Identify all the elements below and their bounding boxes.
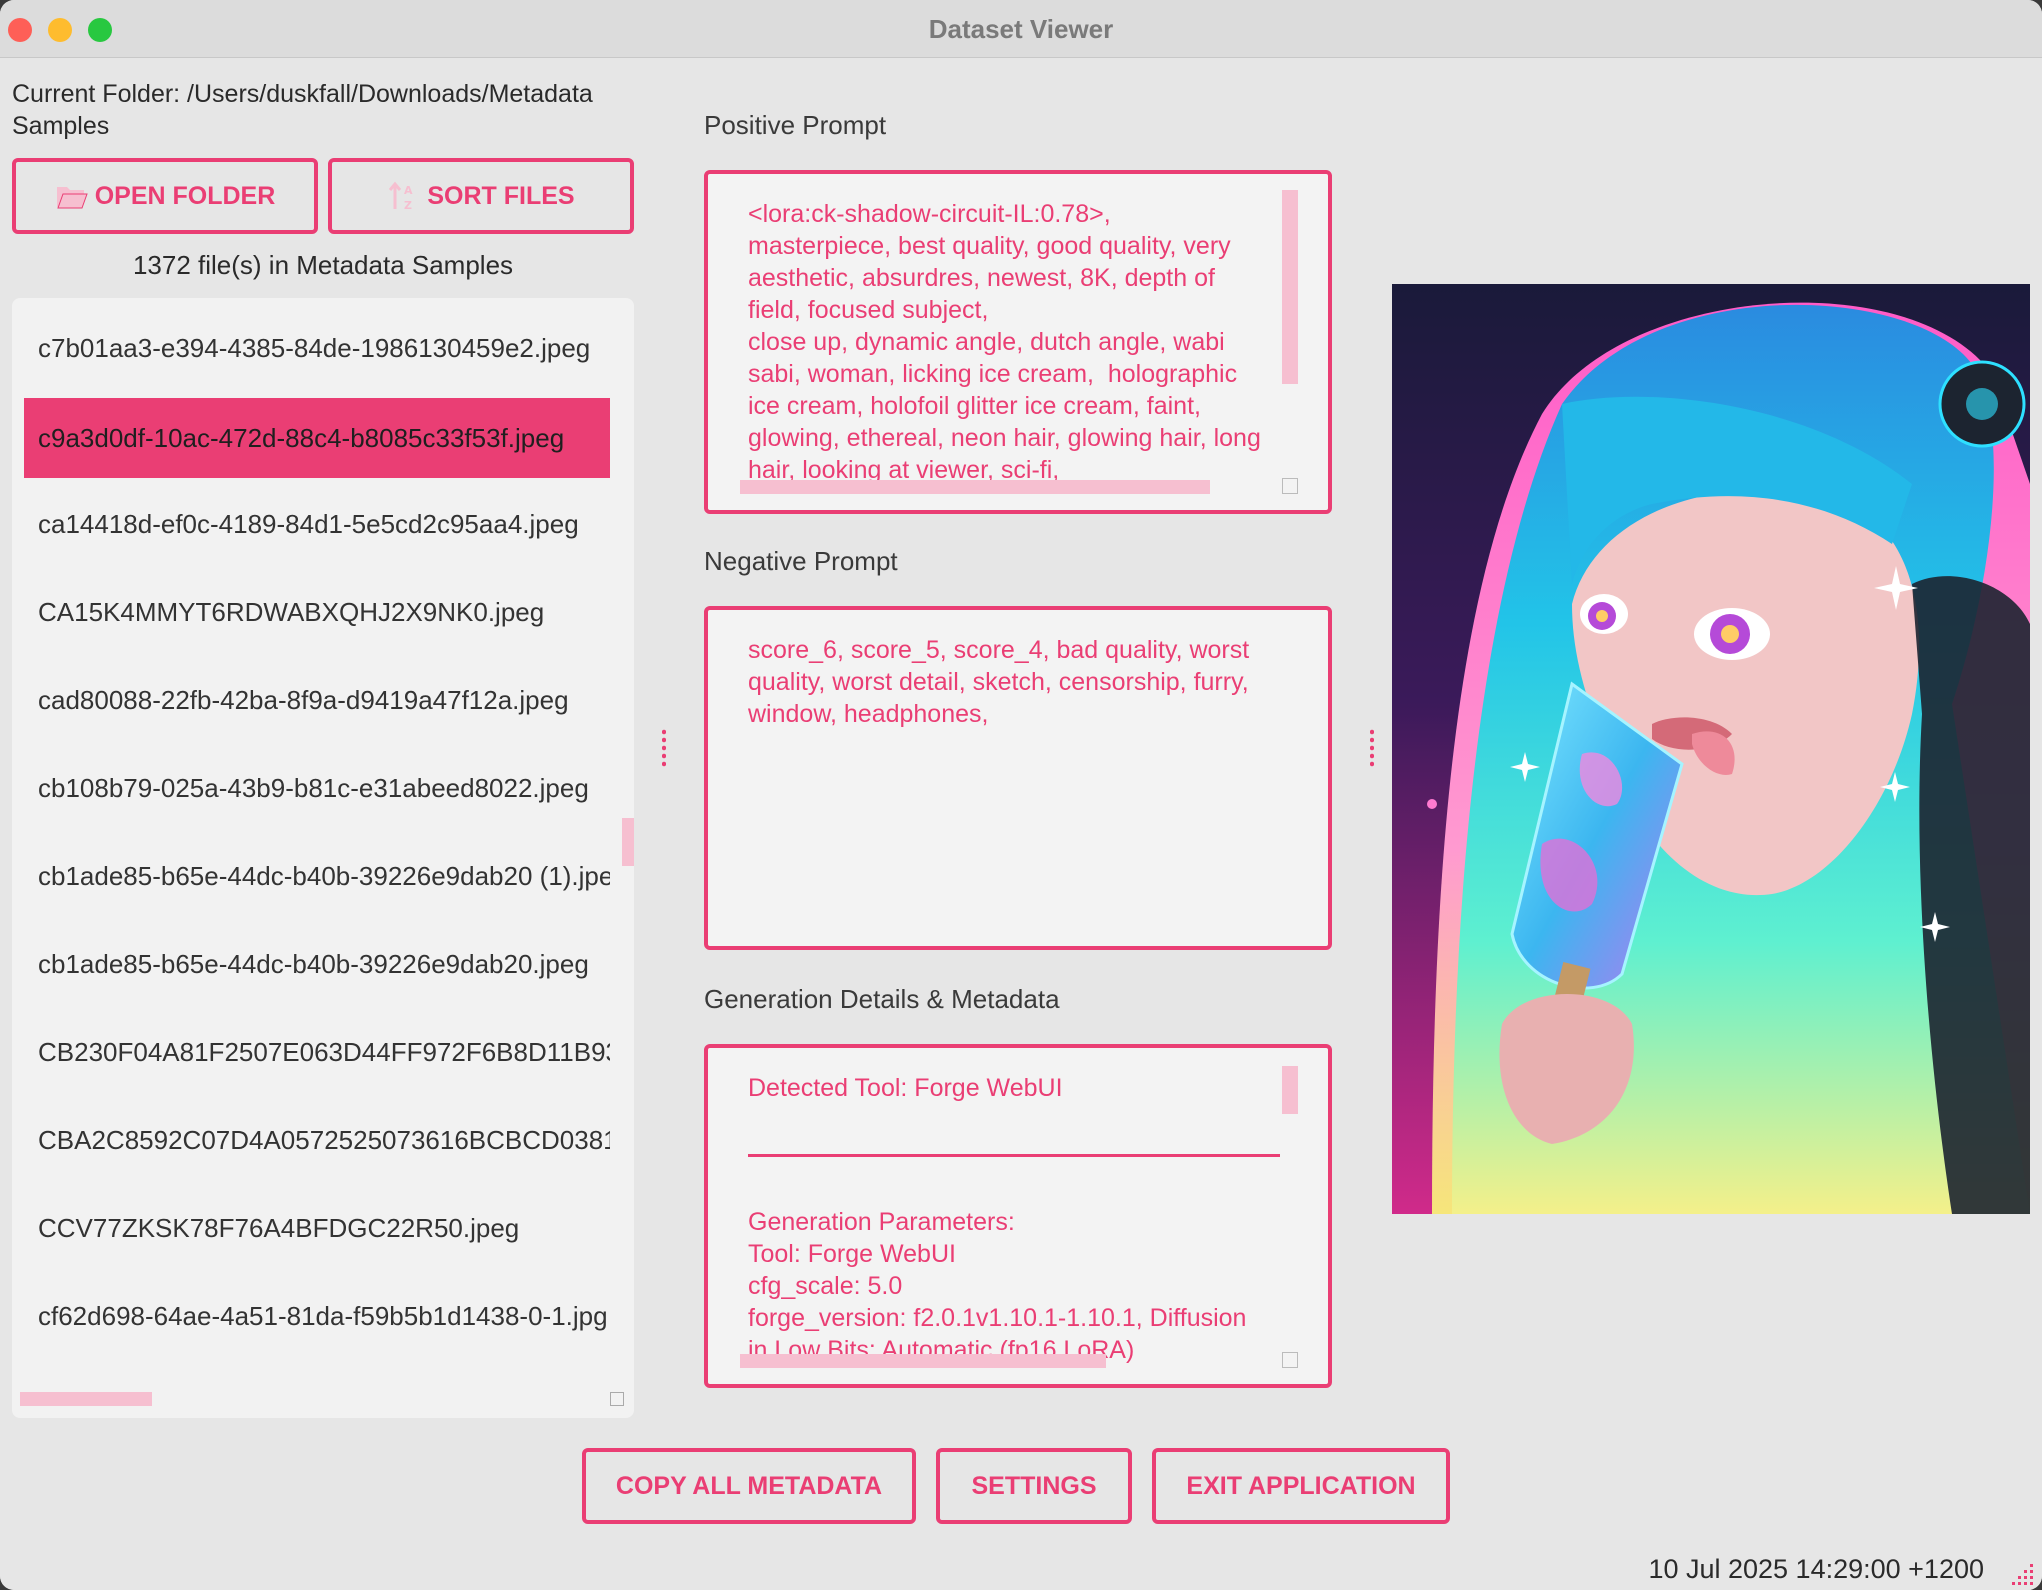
settings-button[interactable]: SETTINGS xyxy=(936,1448,1132,1524)
open-folder-label: OPEN FOLDER xyxy=(94,181,276,210)
current-folder-label: Current Folder: /Users/duskfall/Download… xyxy=(12,80,593,140)
negative-prompt-label: Negative Prompt xyxy=(704,546,898,576)
metadata-vertical-scrollbar[interactable] xyxy=(1282,1066,1298,1114)
scroll-corner xyxy=(1282,478,1298,494)
status-bar: 10 Jul 2025 14:29:00 +1200 xyxy=(0,1544,2042,1590)
copy-all-metadata-label: COPY ALL METADATA xyxy=(615,1471,883,1500)
metadata-label: Generation Details & Metadata xyxy=(704,984,1060,1014)
exit-application-label: EXIT APPLICATION xyxy=(1186,1471,1416,1500)
sort-icon: A Z xyxy=(389,181,413,211)
file-list[interactable]: c7b01aa3-e394-4385-84de-1986130459e2.jpe… xyxy=(12,298,634,1418)
negative-prompt-textbox[interactable]: score_6, score_5, score_4, bad quality, … xyxy=(704,606,1332,950)
file-list-item[interactable]: ca14418d-ef0c-4189-84d1-5e5cd2c95aa4.jpe… xyxy=(24,484,610,564)
status-timestamp: 10 Jul 2025 14:29:00 +1200 xyxy=(1648,1554,1984,1584)
file-list-vertical-scrollbar[interactable] xyxy=(622,818,634,866)
file-list-item-selected[interactable]: c9a3d0df-10ac-472d-88c4-b8085c33f53f.jpe… xyxy=(24,398,610,478)
app-window: Dataset Viewer Current Folder: /Users/du… xyxy=(0,0,2042,1590)
generation-params-text: Generation Parameters: Tool: Forge WebUI… xyxy=(748,1208,1247,1364)
file-list-item[interactable]: CA15K4MMYT6RDWABXQHJ2X9NK0.jpeg xyxy=(24,572,610,652)
positive-vertical-scrollbar[interactable] xyxy=(1282,190,1298,384)
sort-files-button[interactable]: A Z SORT FILES xyxy=(328,158,634,234)
negative-prompt-text: score_6, score_5, score_4, bad quality, … xyxy=(748,636,1257,728)
metadata-divider xyxy=(748,1154,1280,1157)
file-list-item[interactable]: CBA2C8592C07D4A0572525073616BCBCD0381F xyxy=(24,1100,610,1180)
detected-tool-text: Detected Tool: Forge WebUI xyxy=(748,1074,1063,1102)
svg-text:Z: Z xyxy=(404,199,412,211)
file-list-item[interactable]: cb1ade85-b65e-44dc-b40b-39226e9dab20 (1)… xyxy=(24,836,610,916)
copy-all-metadata-button[interactable]: COPY ALL METADATA xyxy=(582,1448,916,1524)
file-list-item[interactable]: c7b01aa3-e394-4385-84de-1986130459e2.jpe… xyxy=(24,308,610,388)
window-title: Dataset Viewer xyxy=(928,14,1114,44)
positive-horizontal-scrollbar[interactable] xyxy=(740,480,1210,494)
resize-grip-icon[interactable] xyxy=(2010,1560,2036,1586)
svg-text:A: A xyxy=(404,184,413,197)
title-bar: Dataset Viewer xyxy=(0,0,2042,58)
folder-open-icon xyxy=(56,187,88,209)
scroll-corner xyxy=(1282,1352,1298,1368)
sort-files-label: SORT FILES xyxy=(427,181,575,210)
left-splitter-handle[interactable] xyxy=(662,728,666,768)
file-list-item[interactable]: CB230F04A81F2507E063D44FF972F6B8D11B935 xyxy=(24,1012,610,1092)
file-list-item[interactable]: cad80088-22fb-42ba-8f9a-d9419a47f12a.jpe… xyxy=(24,660,610,740)
metadata-horizontal-scrollbar[interactable] xyxy=(740,1354,1106,1368)
positive-prompt-textbox[interactable]: <lora:ck-shadow-circuit-IL:0.78>, master… xyxy=(704,170,1332,514)
exit-application-button[interactable]: EXIT APPLICATION xyxy=(1152,1448,1450,1524)
positive-prompt-label: Positive Prompt xyxy=(704,110,887,140)
file-list-item[interactable]: CCV77ZKSK78F76A4BFDGC22R50.jpeg xyxy=(24,1188,610,1268)
file-count-label: 1372 file(s) in Metadata Samples xyxy=(132,250,514,280)
file-list-item[interactable]: cf62d698-64ae-4a51-81da-f59b5b1d1438-0-1… xyxy=(24,1276,610,1356)
positive-prompt-text: <lora:ck-shadow-circuit-IL:0.78>, master… xyxy=(748,200,1261,484)
metadata-textbox[interactable]: Detected Tool: Forge WebUI Generation Pa… xyxy=(704,1044,1332,1388)
right-splitter-handle[interactable] xyxy=(1370,728,1374,768)
open-folder-button[interactable]: OPEN FOLDER xyxy=(12,158,318,234)
file-list-item[interactable]: cb1ade85-b65e-44dc-b40b-39226e9dab20.jpe… xyxy=(24,924,610,1004)
settings-label: SETTINGS xyxy=(971,1471,1097,1500)
preview-image xyxy=(1392,284,2030,1214)
scroll-corner xyxy=(610,1392,624,1406)
file-list-horizontal-scrollbar[interactable] xyxy=(20,1392,152,1406)
file-list-item[interactable]: cb108b79-025a-43b9-b81c-e31abeed8022.jpe… xyxy=(24,748,610,828)
